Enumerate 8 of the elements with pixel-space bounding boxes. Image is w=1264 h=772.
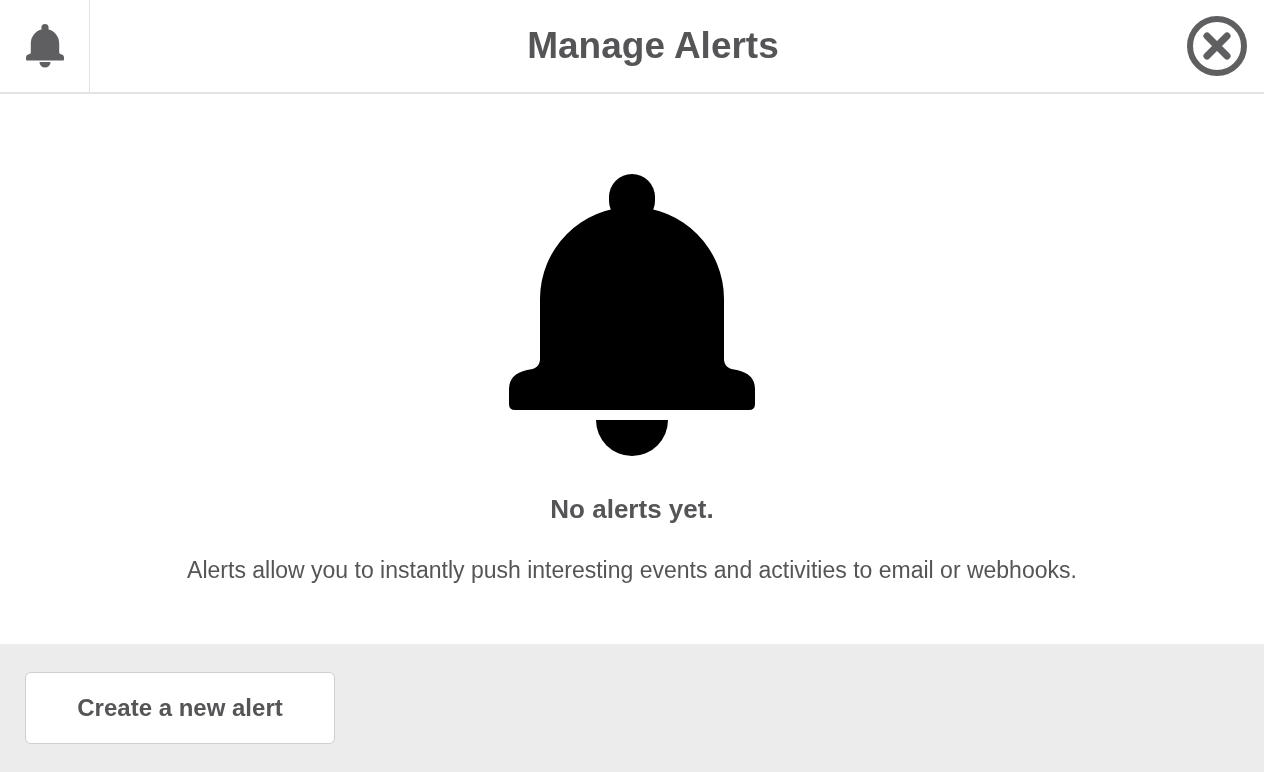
dialog-title: Manage Alerts: [526, 25, 780, 67]
bell-icon: [25, 24, 64, 68]
close-button[interactable]: [1186, 15, 1248, 77]
empty-state-title: No alerts yet.: [550, 494, 714, 525]
empty-state-description: Alerts allow you to instantly push interesting events and activities to email or webhooks.: [187, 557, 1077, 584]
create-alert-button[interactable]: Create a new alert: [25, 672, 335, 744]
bell-illustration-icon: [509, 174, 755, 456]
close-icon: [1186, 15, 1248, 77]
